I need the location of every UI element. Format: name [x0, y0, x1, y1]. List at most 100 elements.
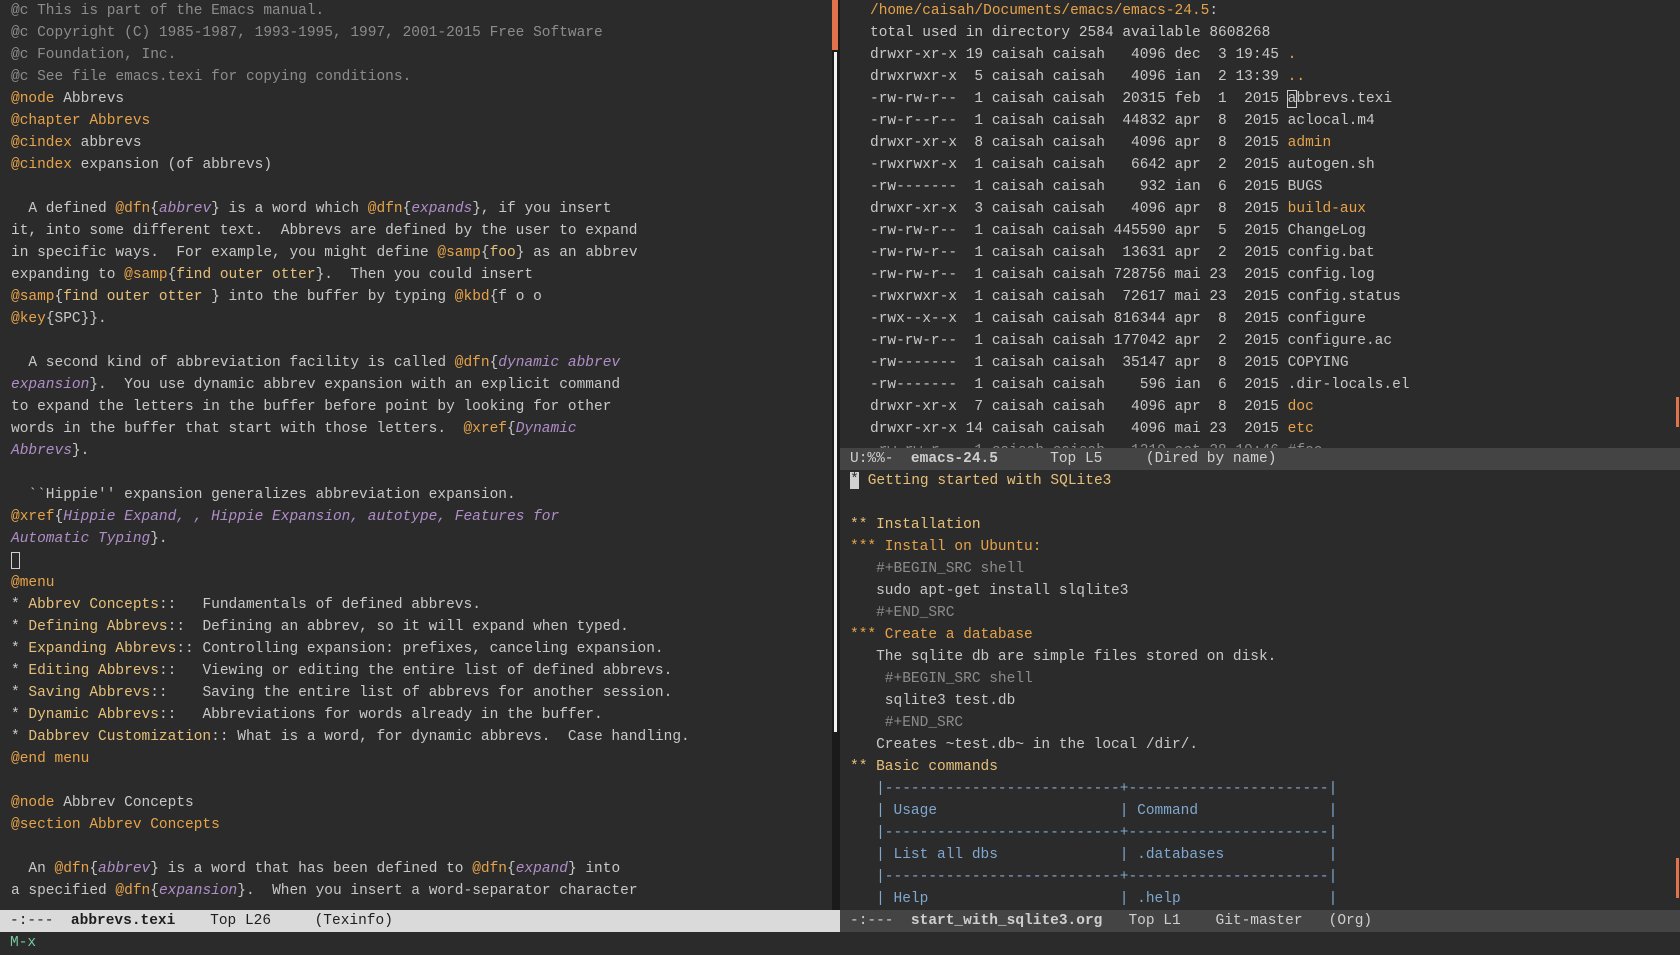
dired-entry[interactable]: -rwxrwxr-x 1 caisah caisah 72617 mai 23 …: [870, 286, 1680, 308]
menu-entry[interactable]: * Editing Abbrevs:: Viewing or editing t…: [11, 660, 830, 682]
org-line: |---------------------------+-----------…: [850, 869, 1338, 885]
org-line: #+BEGIN_SRC shell: [850, 561, 1025, 577]
texinfo-buffer[interactable]: @c This is part of the Emacs manual. @c …: [0, 0, 830, 910]
text-line: expansion}. You use dynamic abbrev expan…: [11, 377, 621, 393]
dired-entry[interactable]: -rw------- 1 caisah caisah 35147 apr 8 2…: [870, 352, 1680, 374]
dired-header: /home/caisah/Documents/emacs/emacs-24.5:: [870, 3, 1219, 19]
org-buffer[interactable]: * Getting started with SQLite3 ** Instal…: [840, 470, 1680, 910]
dired-entry-meta: -rw-rw-r-- 1 caisah caisah 177042 apr 2 …: [870, 333, 1288, 349]
dired-entry-name: doc: [1287, 399, 1314, 415]
menu-entry[interactable]: * Saving Abbrevs:: Saving the entire lis…: [11, 682, 830, 704]
dired-entry[interactable]: -rw-r--r-- 1 caisah caisah 44832 apr 8 2…: [870, 110, 1680, 132]
text-line: @end menu: [11, 751, 90, 767]
dired-entry[interactable]: drwxr-xr-x 14 caisah caisah 4096 mai 23 …: [870, 418, 1680, 440]
text-line: An @dfn{abbrev} is a word that has been …: [11, 861, 621, 877]
text-line: @menu: [11, 575, 55, 591]
text-line: @c Copyright (C) 1985-1987, 1993-1995, 1…: [11, 25, 603, 41]
dired-entry[interactable]: drwxr-xr-x 19 caisah caisah 4096 dec 3 1…: [870, 44, 1680, 66]
dired-entry-name: config.bat: [1287, 245, 1375, 261]
left-scrollbar[interactable]: [834, 52, 837, 732]
dired-entry[interactable]: -rw-rw-r-- 1 caisah caisah 20315 feb 1 2…: [870, 88, 1680, 110]
dired-entry-meta: drwxr-xr-x 14 caisah caisah 4096 mai 23 …: [870, 421, 1288, 437]
dired-entry-name: ..: [1287, 69, 1306, 85]
menu-entry[interactable]: * Expanding Abbrevs:: Controlling expans…: [11, 638, 830, 660]
text-line: @c This is part of the Emacs manual.: [11, 3, 325, 19]
modeline-status: -:---: [10, 913, 54, 929]
org-line: Creates ~test.db~ in the local /dir/.: [850, 737, 1199, 753]
modeline-mode: (Texinfo): [314, 913, 393, 929]
modeline-vc: Git-master: [1215, 913, 1303, 929]
dired-entry[interactable]: -rw-rw-r-- 1 caisah caisah 728756 mai 23…: [870, 264, 1680, 286]
text-line: @samp{find outer otter } into the buffer…: [11, 289, 542, 305]
org-line: *** Create a database: [850, 627, 1033, 643]
text-line: @cindex abbrevs: [11, 135, 142, 151]
dired-file-list: drwxr-xr-x 19 caisah caisah 4096 dec 3 1…: [870, 44, 1680, 440]
org-line: | List all dbs | .databases |: [850, 847, 1338, 863]
modeline-status: -:---: [850, 913, 894, 929]
dired-entry[interactable]: -rw-rw-r-- 1 caisah caisah 13631 apr 2 2…: [870, 242, 1680, 264]
dired-entry-name: config.log: [1287, 267, 1375, 283]
dired-entry-meta: -rwxrwxr-x 1 caisah caisah 72617 mai 23 …: [870, 289, 1288, 305]
text-line: it, into some different text. Abbrevs ar…: [11, 223, 638, 239]
modeline-position: Top L26: [210, 913, 272, 929]
dired-entry[interactable]: -rw------- 1 caisah caisah 932 ian 6 201…: [870, 176, 1680, 198]
modeline-buffer-name: start_with_sqlite3.org: [910, 913, 1103, 929]
text-line: [11, 176, 830, 198]
dired-entry[interactable]: -rw------- 1 caisah caisah 596 ian 6 201…: [870, 374, 1680, 396]
dired-entry-name: etc: [1287, 421, 1314, 437]
org-line: | Usage | Command |: [850, 803, 1338, 819]
text-line: Automatic Typing}.: [11, 531, 168, 547]
menu-entry[interactable]: * Dynamic Abbrevs:: Abbreviations for wo…: [11, 704, 830, 726]
dired-entry-meta: -rwx--x--x 1 caisah caisah 816344 apr 8 …: [870, 311, 1288, 327]
text-line: @node Abbrev Concepts: [11, 795, 194, 811]
modeline-org[interactable]: -:--- start_with_sqlite3.org Top L1 Git-…: [840, 910, 1680, 932]
dired-entry-meta: drwxr-xr-x 3 caisah caisah 4096 apr 8 20…: [870, 201, 1288, 217]
dired-entry-name: abbrevs.texi: [1286, 90, 1393, 108]
dired-entry[interactable]: drwxr-xr-x 7 caisah caisah 4096 apr 8 20…: [870, 396, 1680, 418]
text-line: @c Foundation, Inc.: [11, 47, 177, 63]
dired-entry[interactable]: -rwxrwxr-x 1 caisah caisah 6642 apr 2 20…: [870, 154, 1680, 176]
text-line: [11, 550, 830, 572]
dired-entry-meta: -rw------- 1 caisah caisah 932 ian 6 201…: [870, 179, 1288, 195]
org-line: The sqlite db are simple files stored on…: [850, 649, 1277, 665]
modeline-texinfo[interactable]: -:--- abbrevs.texi Top L26 (Texinfo): [0, 910, 840, 932]
left-fringe-indicator: [832, 0, 838, 50]
text-line: expanding to @samp{find outer otter}. Th…: [11, 267, 534, 283]
modeline-position: Top L1: [1128, 913, 1181, 929]
org-line: #+END_SRC: [850, 715, 964, 731]
dired-entry-meta: drwxr-xr-x 8 caisah caisah 4096 apr 8 20…: [870, 135, 1288, 151]
org-line: ** Installation: [850, 517, 981, 533]
dired-entry-meta: -rw------- 1 caisah caisah 35147 apr 8 2…: [870, 355, 1288, 371]
dired-total: total used in directory 2584 available 8…: [870, 25, 1271, 41]
dired-entry-name: aclocal.m4: [1287, 113, 1375, 129]
menu-entry[interactable]: * Dabbrev Customization:: What is a word…: [11, 726, 830, 748]
dired-entry-meta: drwxr-xr-x 7 caisah caisah 4096 apr 8 20…: [870, 399, 1288, 415]
text-line: [11, 770, 830, 792]
dired-entry[interactable]: drwxr-xr-x 3 caisah caisah 4096 apr 8 20…: [870, 198, 1680, 220]
dired-buffer[interactable]: /home/caisah/Documents/emacs/emacs-24.5:…: [840, 0, 1680, 448]
text-line: [11, 462, 830, 484]
org-line: |---------------------------+-----------…: [850, 781, 1338, 797]
org-line: #+END_SRC: [850, 605, 955, 621]
modeline-mode: (Dired by name): [1145, 451, 1277, 467]
dired-entry[interactable]: -rw-rw-r-- 1 caisah caisah 445590 apr 5 …: [870, 220, 1680, 242]
heading-bullet: *: [850, 471, 859, 489]
dired-entry[interactable]: drwxrwxr-x 5 caisah caisah 4096 ian 2 13…: [870, 66, 1680, 88]
org-line: |---------------------------+-----------…: [850, 825, 1338, 841]
dired-entry-meta: -rw------- 1 caisah caisah 596 ian 6 201…: [870, 377, 1288, 393]
dired-entry-name: .dir-locals.el: [1287, 377, 1410, 393]
modeline-status: U:%%-: [850, 451, 894, 467]
modeline-dired[interactable]: U:%%- emacs-24.5 Top L5 (Dired by name): [840, 448, 1680, 470]
text-line: ``Hippie'' expansion generalizes abbrevi…: [11, 487, 516, 503]
menu-entry[interactable]: * Defining Abbrevs:: Defining an abbrev,…: [11, 616, 830, 638]
org-line: | Help | .help |: [850, 891, 1338, 907]
dired-entry[interactable]: -rw-rw-r-- 1 caisah caisah 177042 apr 2 …: [870, 330, 1680, 352]
dired-entry[interactable]: drwxr-xr-x 8 caisah caisah 4096 apr 8 20…: [870, 132, 1680, 154]
dired-path: /home/caisah/Documents/emacs/emacs-24.5: [870, 3, 1210, 19]
menu-entry[interactable]: * Abbrev Concepts:: Fundamentals of defi…: [11, 594, 830, 616]
dired-entry-meta: -rw-rw-r-- 1 caisah caisah 445590 apr 5 …: [870, 223, 1288, 239]
text-line: in specific ways. For example, you might…: [11, 245, 638, 261]
minibuffer[interactable]: M-x: [0, 932, 1680, 955]
dired-entry[interactable]: -rwx--x--x 1 caisah caisah 816344 apr 8 …: [870, 308, 1680, 330]
modeline-buffer-name: emacs-24.5: [910, 451, 998, 467]
